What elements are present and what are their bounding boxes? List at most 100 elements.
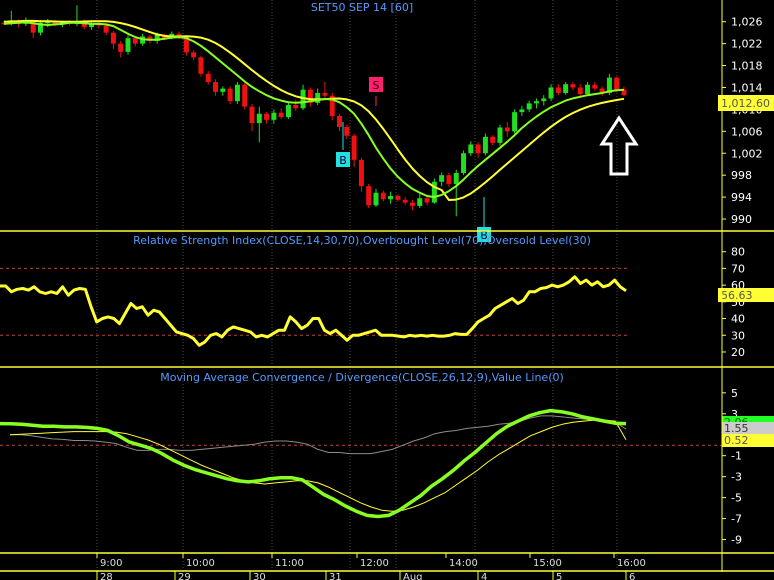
candle-body	[453, 172, 459, 184]
candle-body	[132, 38, 138, 44]
candle-body	[439, 175, 445, 182]
candle-body	[293, 105, 299, 109]
y-tick-label: 40	[731, 313, 745, 326]
y-tick-label: 80	[731, 246, 745, 259]
candle-body	[614, 77, 620, 90]
candle-body	[256, 113, 262, 124]
y-tick-label: 1,006	[731, 125, 763, 138]
y-tick-label: 20	[731, 346, 745, 359]
y-tick-label: 30	[731, 329, 745, 342]
candle-body	[570, 84, 576, 88]
time-label: 10:00	[186, 558, 215, 569]
candle-body	[482, 136, 488, 154]
candle-body	[110, 32, 116, 44]
sell-signal-text: S	[373, 79, 380, 92]
y-tick-label: -5	[731, 492, 742, 505]
date-label: 28	[100, 572, 113, 580]
date-label: 6	[629, 572, 635, 580]
candle-body	[125, 38, 131, 52]
candle-body	[526, 103, 532, 110]
candle-body	[205, 73, 211, 82]
candle-body	[366, 186, 372, 206]
candle-body	[344, 126, 350, 136]
candle-body	[271, 112, 277, 120]
candle-body	[490, 136, 496, 143]
macd-chart-title: Moving Average Convergence / Divergence(…	[160, 371, 564, 384]
candle-body	[504, 127, 510, 132]
candle-body	[475, 144, 481, 154]
candle-body	[592, 84, 598, 89]
candle-body	[278, 112, 284, 118]
time-label: 15:00	[533, 558, 562, 569]
candle-body	[402, 199, 408, 203]
candle-body	[213, 82, 219, 92]
candle-body	[512, 112, 518, 132]
time-label: 16:00	[617, 558, 646, 569]
candle-body	[424, 198, 430, 203]
time-label: 12:00	[360, 558, 389, 569]
candle-body	[468, 144, 474, 154]
date-label: 29	[178, 572, 191, 580]
candle-body	[285, 105, 291, 118]
y-tick-label: -3	[731, 471, 742, 484]
y-tick-label: -7	[731, 513, 742, 526]
candle-body	[234, 84, 240, 102]
last-price-text: 1,012.60	[721, 97, 770, 110]
candle-body	[351, 135, 357, 160]
y-tick-label: 1,014	[731, 81, 763, 94]
y-tick-label: 994	[731, 191, 752, 204]
candle-body	[227, 88, 233, 102]
macd-value-text: 0.52	[724, 434, 749, 447]
candle-body	[395, 196, 401, 200]
price-chart-title: SET50 SEP 14 [60]	[311, 1, 413, 14]
candle-body	[563, 84, 569, 93]
macd-value-labels: 2.061.550.52	[722, 416, 774, 447]
y-tick-label: -1	[731, 450, 742, 463]
candle-body	[198, 57, 204, 74]
candle-body	[388, 196, 394, 200]
y-tick-label: 1,022	[731, 38, 763, 51]
candle-body	[409, 202, 415, 206]
candle-body	[103, 25, 109, 33]
candle-body	[380, 192, 386, 200]
candle-body	[519, 109, 525, 113]
candle-body	[577, 87, 583, 95]
candle-body	[191, 52, 197, 58]
time-label: 14:00	[449, 558, 478, 569]
y-tick-label: 70	[731, 262, 745, 275]
rsi-value-text: 56.63	[721, 289, 753, 302]
candle-body	[373, 192, 379, 206]
candle-body	[264, 113, 270, 120]
time-label: 11:00	[275, 558, 304, 569]
last-price-label: 1,012.60	[718, 95, 774, 111]
candle-body	[220, 88, 226, 92]
y-tick-label: 990	[731, 213, 752, 226]
candle-body	[548, 87, 554, 99]
trading-chart[interactable]: SET50 SEP 14 [60] 1,026 1,022 1,018 1,014 1,…	[0, 0, 774, 580]
candle-body	[461, 153, 467, 173]
y-tick-label: 1,018	[731, 60, 763, 73]
candle-body	[497, 127, 503, 143]
candle-body	[585, 84, 591, 95]
chart-background	[0, 0, 774, 580]
candle-body	[446, 175, 452, 184]
time-label: 9:00	[100, 558, 122, 569]
date-label: 5	[556, 572, 562, 580]
candle-body	[358, 159, 364, 187]
date-label: Aug	[403, 572, 423, 580]
y-tick-label: 1,002	[731, 147, 763, 160]
y-tick-label: 998	[731, 169, 752, 182]
buy-signal-text: B	[339, 154, 347, 167]
y-tick-label: 1,026	[731, 16, 763, 29]
date-label: 30	[253, 572, 266, 580]
candle-body	[242, 84, 248, 107]
candle-body	[533, 101, 539, 104]
date-label: 4	[481, 572, 487, 580]
rsi-value-label: 56.63	[718, 288, 774, 302]
rsi-chart-title: Relative Strength Index(CLOSE,14,30,70),…	[133, 234, 591, 247]
date-label: 31	[329, 572, 342, 580]
candle-body	[541, 98, 547, 102]
y-tick-label: 5	[731, 387, 738, 400]
candle-body	[249, 106, 255, 124]
candle-body	[118, 43, 124, 52]
